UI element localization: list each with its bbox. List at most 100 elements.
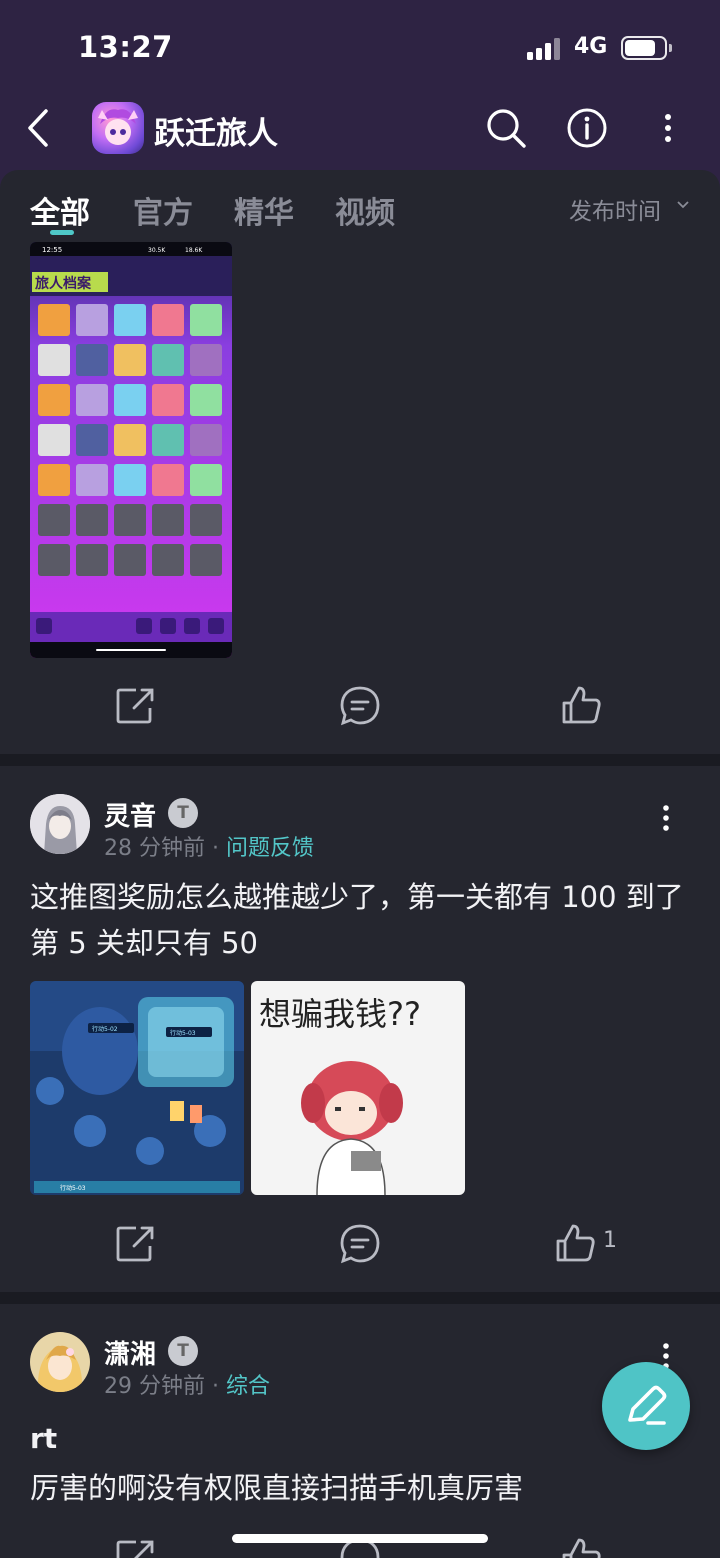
character-card bbox=[190, 344, 222, 376]
character-card bbox=[38, 384, 70, 416]
author-name[interactable]: 灵音 bbox=[104, 796, 156, 833]
post-meta: 28 分钟前 · 问题反馈 bbox=[104, 830, 314, 862]
avatar[interactable] bbox=[30, 794, 90, 854]
screenshot-stat-b: 18.6K bbox=[185, 247, 203, 254]
character-card bbox=[190, 544, 222, 576]
post-category[interactable]: 综合 bbox=[226, 1374, 270, 1399]
character-card bbox=[38, 504, 70, 536]
character-card bbox=[76, 424, 108, 456]
comment-icon[interactable] bbox=[330, 1528, 390, 1558]
screenshot-title: 旅人档案 bbox=[35, 275, 92, 292]
feed: 全部 官方 精华 视频 发布时间 12:55 30.5K 18.6K 旅人档案 bbox=[0, 170, 720, 1558]
post-time: 28 分钟前 bbox=[104, 836, 205, 861]
meme-image[interactable]: 想骗我钱?? bbox=[251, 981, 465, 1195]
meme-caption: 想骗我钱?? bbox=[259, 995, 421, 1033]
tab-indicator bbox=[50, 230, 74, 235]
app-title: 跃迁旅人 bbox=[154, 116, 278, 152]
avatar[interactable] bbox=[30, 1332, 90, 1392]
character-card bbox=[38, 464, 70, 496]
post-body[interactable]: 这推图奖励怎么越推越少了，第一关都有 100 到了第 5 关却只有 50 bbox=[30, 874, 690, 966]
share-icon[interactable] bbox=[106, 1214, 166, 1274]
character-card bbox=[76, 504, 108, 536]
character-card bbox=[76, 464, 108, 496]
search-icon[interactable] bbox=[480, 102, 532, 154]
character-card bbox=[190, 504, 222, 536]
character-card bbox=[38, 344, 70, 376]
post-title[interactable]: rt bbox=[30, 1422, 57, 1455]
post-image[interactable]: 行动5-02 行动5-03 行动5-03 bbox=[30, 981, 244, 1195]
character-card bbox=[38, 424, 70, 456]
character-card bbox=[190, 384, 222, 416]
character-card bbox=[152, 424, 184, 456]
character-card bbox=[190, 464, 222, 496]
tab-video[interactable]: 视频 bbox=[335, 188, 395, 232]
tab-all[interactable]: 全部 bbox=[30, 188, 90, 232]
character-card bbox=[114, 304, 146, 336]
character-card bbox=[114, 384, 146, 416]
post-actions: 1 bbox=[0, 1214, 720, 1274]
like-icon[interactable] bbox=[552, 1528, 612, 1558]
post-actions bbox=[0, 676, 720, 736]
more-icon[interactable] bbox=[642, 102, 694, 154]
character-card bbox=[152, 544, 184, 576]
comment-icon[interactable] bbox=[330, 676, 390, 736]
level-badge: T bbox=[168, 798, 198, 828]
level-badge: T bbox=[168, 1336, 198, 1366]
post-actions bbox=[0, 1528, 720, 1558]
character-card bbox=[190, 424, 222, 456]
signal-icon bbox=[527, 38, 563, 60]
like-icon[interactable] bbox=[552, 676, 612, 736]
tab-bar: 全部 官方 精华 视频 发布时间 bbox=[0, 170, 720, 242]
status-time: 13:27 bbox=[78, 30, 173, 64]
post-body[interactable]: 厉害的啊没有权限直接扫描手机真厉害 bbox=[30, 1465, 690, 1511]
post-divider bbox=[0, 1292, 720, 1304]
character-card bbox=[152, 464, 184, 496]
home-indicator bbox=[232, 1534, 488, 1543]
character-card bbox=[152, 504, 184, 536]
share-icon[interactable] bbox=[106, 1528, 166, 1558]
character-card bbox=[114, 464, 146, 496]
stage-label-b: 行动5-02 bbox=[92, 1025, 118, 1033]
back-icon[interactable] bbox=[18, 106, 58, 150]
status-bar: 13:27 4G bbox=[0, 0, 720, 92]
network-label: 4G bbox=[574, 34, 608, 59]
post-header: 灵音 T 28 分钟前 · 问题反馈 bbox=[0, 792, 720, 862]
stage-label-a: 行动5-03 bbox=[170, 1029, 196, 1037]
post-category[interactable]: 问题反馈 bbox=[226, 836, 314, 861]
compose-button[interactable] bbox=[602, 1362, 690, 1450]
app-avatar[interactable] bbox=[92, 102, 144, 154]
like-count: 1 bbox=[603, 1228, 617, 1253]
character-card bbox=[114, 344, 146, 376]
tab-featured[interactable]: 精华 bbox=[234, 188, 294, 232]
screenshot-time: 12:55 bbox=[42, 246, 62, 254]
screenshot-stat-a: 30.5K bbox=[148, 247, 166, 254]
character-card bbox=[152, 384, 184, 416]
character-grid bbox=[38, 304, 222, 576]
post-divider bbox=[0, 754, 720, 766]
meta-separator: · bbox=[212, 1374, 219, 1399]
meta-separator: · bbox=[212, 836, 219, 861]
character-card bbox=[76, 304, 108, 336]
character-card bbox=[152, 344, 184, 376]
character-card bbox=[152, 304, 184, 336]
sort-dropdown[interactable]: 发布时间 bbox=[569, 192, 661, 226]
author-name[interactable]: 潇湘 bbox=[104, 1334, 156, 1371]
share-icon[interactable] bbox=[106, 676, 166, 736]
character-card bbox=[114, 424, 146, 456]
comment-icon[interactable] bbox=[330, 1214, 390, 1274]
chevron-down-icon bbox=[677, 201, 689, 209]
more-icon[interactable] bbox=[656, 802, 676, 842]
tab-official[interactable]: 官方 bbox=[133, 188, 193, 232]
character-card bbox=[76, 384, 108, 416]
post-meta: 29 分钟前 · 综合 bbox=[104, 1368, 270, 1400]
nav-bar: 跃迁旅人 bbox=[0, 92, 720, 168]
character-card bbox=[114, 504, 146, 536]
character-card bbox=[38, 304, 70, 336]
post-image[interactable]: 12:55 30.5K 18.6K 旅人档案 bbox=[30, 242, 232, 658]
post-time: 29 分钟前 bbox=[104, 1374, 205, 1399]
like-icon[interactable] bbox=[546, 1214, 606, 1274]
character-card bbox=[114, 544, 146, 576]
character-card bbox=[76, 544, 108, 576]
stage-label-c: 行动5-03 bbox=[60, 1184, 86, 1192]
info-icon[interactable] bbox=[561, 102, 613, 154]
